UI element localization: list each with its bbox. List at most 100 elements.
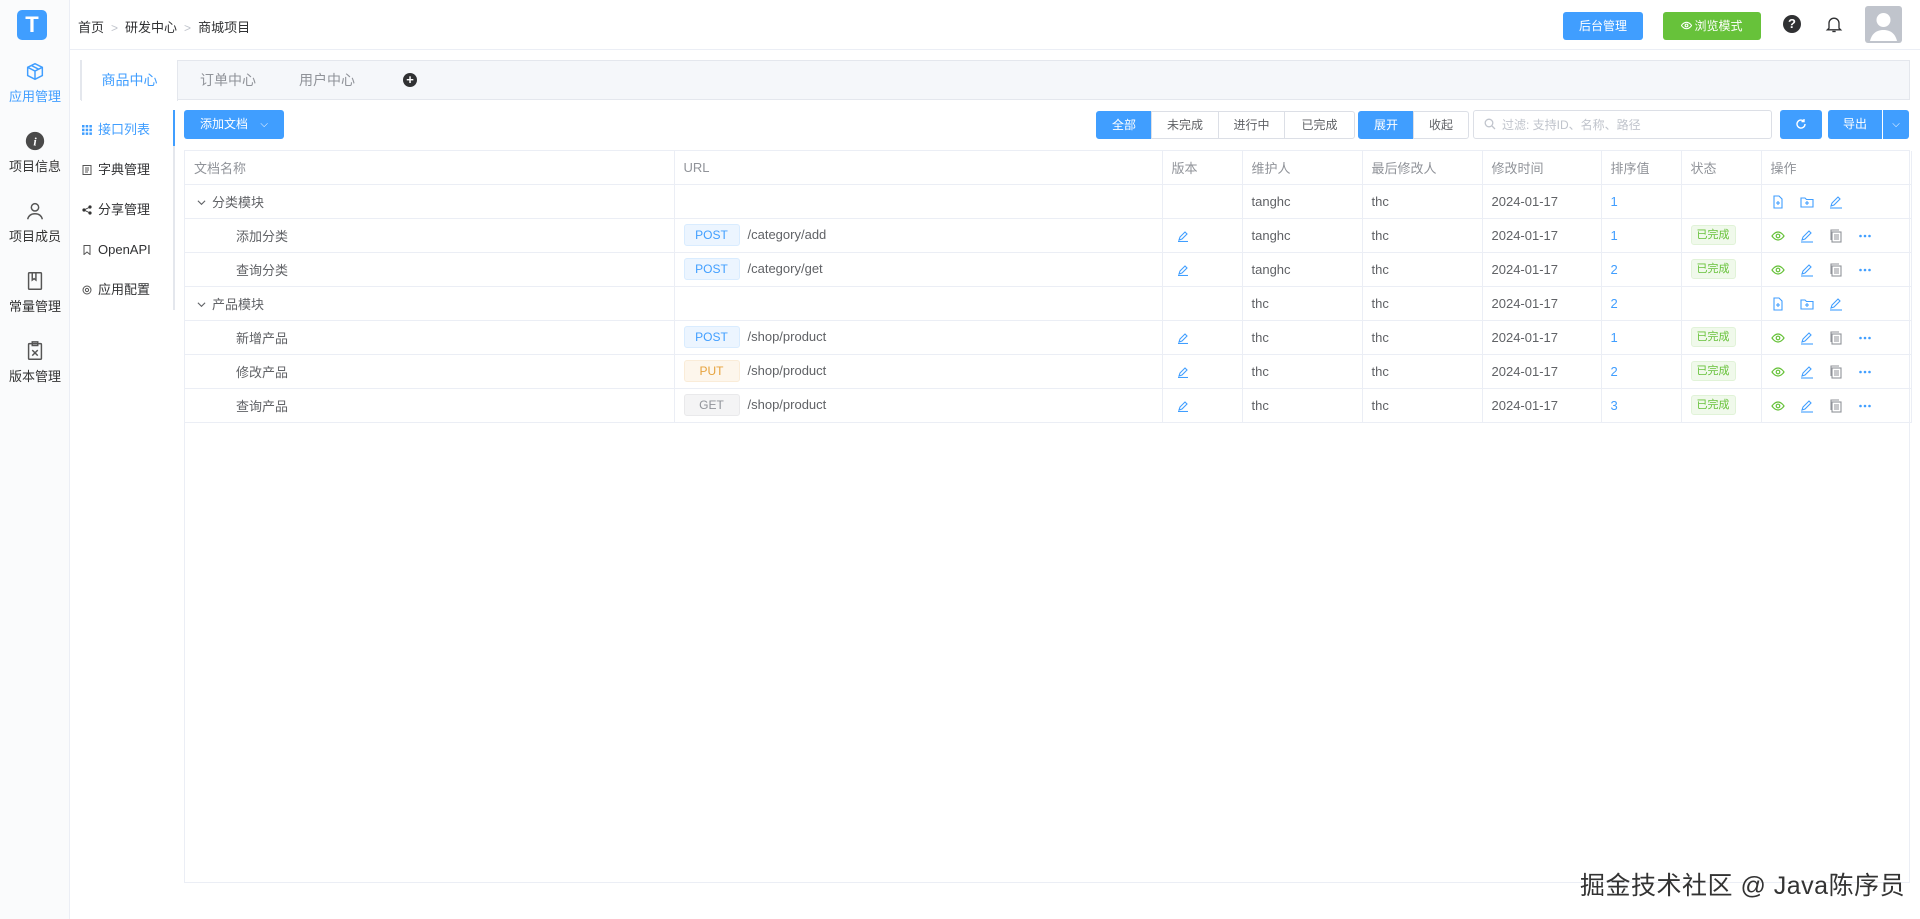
view-eye-icon[interactable] [1770,399,1785,413]
bell-icon[interactable] [1824,14,1844,34]
status-badge: 已完成 [1690,225,1736,245]
new-folder-icon[interactable] [1799,195,1814,209]
edit-icon[interactable] [1177,264,1189,277]
http-method-tag: POST [683,326,740,348]
edit-icon[interactable] [1829,195,1843,209]
doc-name-cell[interactable]: 分类模块 [185,184,675,219]
table-row[interactable]: 查询产品 GET/shop/product thc thc 2024-01-17 3 已完成 [185,388,1912,423]
rail-item-versions[interactable]: 版本管理 [0,340,70,385]
copy-icon[interactable] [1829,263,1843,277]
view-eye-icon[interactable] [1770,365,1785,379]
subnav-item-api-list[interactable]: 接口列表 [80,118,175,142]
breadcrumb-home[interactable]: 首页 [78,20,104,35]
export-button[interactable]: 导出 [1828,110,1882,139]
sort-value[interactable]: 2 [1611,262,1618,277]
collapse-all-button[interactable]: 收起 [1413,111,1469,139]
subnav-item-dictionary[interactable]: 字典管理 [80,158,175,182]
subnav-item-label: 字典管理 [98,162,151,177]
app-logo[interactable]: T [17,10,47,40]
edit-icon[interactable] [1177,366,1189,379]
view-eye-icon[interactable] [1770,263,1785,277]
status-filter-all[interactable]: 全部 [1096,111,1152,139]
table-group-row[interactable]: 分类模块 tanghc thc 2024-01-17 1 [185,184,1912,219]
rail-item-app-management[interactable]: 应用管理 [0,60,70,105]
sort-value[interactable]: 2 [1611,364,1618,379]
export-dropdown-chevron-icon[interactable]: ⌵ [1883,110,1909,139]
box-icon [26,62,44,81]
tab-goods-center[interactable]: 商品中心 [81,60,178,101]
actions-cell [1761,286,1912,321]
view-eye-icon[interactable] [1770,331,1785,345]
view-eye-icon[interactable] [1770,229,1785,243]
edit-icon[interactable] [1177,332,1189,345]
actions-cell [1761,388,1912,423]
edit-icon[interactable] [1800,263,1814,277]
doc-name-cell[interactable]: 修改产品 [185,354,675,389]
browse-mode-button[interactable]: 浏览模式 [1663,12,1761,40]
status-filter-in-progress[interactable]: 进行中 [1218,111,1285,139]
doc-name-cell[interactable]: 查询产品 [185,388,675,423]
new-folder-icon[interactable] [1799,297,1814,311]
doc-name-cell[interactable]: 查询分类 [185,252,675,287]
tab-order-center[interactable]: 订单中心 [178,60,278,101]
sort-value[interactable]: 1 [1611,194,1618,209]
rail-item-label: 版本管理 [8,369,61,384]
admin-button[interactable]: 后台管理 [1563,12,1643,40]
subnav-item-app-config[interactable]: 应用配置 [80,278,175,302]
refresh-button[interactable] [1780,110,1822,139]
copy-icon[interactable] [1829,365,1843,379]
doc-name-cell[interactable]: 添加分类 [185,218,675,253]
new-document-icon[interactable] [1771,195,1785,209]
doc-name-cell[interactable]: 新增产品 [185,320,675,355]
more-icon[interactable] [1858,365,1872,379]
edit-icon[interactable] [1800,365,1814,379]
filter-input[interactable] [1473,110,1772,139]
expand-all-button[interactable]: 展开 [1358,111,1414,139]
new-document-icon[interactable] [1771,297,1785,311]
document-icon [82,165,92,175]
copy-icon[interactable] [1829,331,1843,345]
sort-value[interactable]: 1 [1611,228,1618,243]
table-row[interactable]: 新增产品 POST/shop/product thc thc 2024-01-17 1 已完… [185,320,1912,355]
more-icon[interactable] [1858,399,1872,413]
url-cell: POST/category/get [674,252,1163,287]
search-icon [1484,118,1496,130]
more-icon[interactable] [1858,331,1872,345]
table-group-row[interactable]: 产品模块 thc thc 2024-01-17 2 [185,286,1912,321]
status-filter-done[interactable]: 已完成 [1284,111,1355,139]
table-row[interactable]: 添加分类 POST/category/add tanghc thc 2024-01-17… [185,218,1912,253]
edit-icon[interactable] [1800,399,1814,413]
status-cell: 已完成 [1681,320,1762,355]
copy-icon[interactable] [1829,399,1843,413]
more-icon[interactable] [1858,229,1872,243]
subnav-item-share[interactable]: 分享管理 [80,198,175,222]
sort-value[interactable]: 2 [1611,296,1618,311]
edit-icon[interactable] [1177,230,1189,243]
edit-icon[interactable] [1800,229,1814,243]
user-avatar-icon [1870,13,1897,41]
table-row[interactable]: 修改产品 PUT/shop/product thc thc 2024-01-17 2 已完成 [185,354,1912,389]
doc-name-cell[interactable]: 产品模块 [185,286,675,321]
api-table: 文档名称 URL 版本 维护人 最后修改人 修改时间 排序值 状态 操作 分类模… [184,150,1912,883]
table-row[interactable]: 查询分类 POST/category/get tanghc thc 2024-01-17… [185,252,1912,287]
sort-value[interactable]: 1 [1611,330,1618,345]
add-tab-icon[interactable]: + [403,73,417,87]
more-icon[interactable] [1858,263,1872,277]
chevron-down-icon[interactable] [197,300,206,309]
edit-icon[interactable] [1829,297,1843,311]
status-filter-incomplete[interactable]: 未完成 [1151,111,1219,139]
edit-icon[interactable] [1800,331,1814,345]
subnav-item-openapi[interactable]: OpenAPI [80,238,175,262]
tab-user-center[interactable]: 用户中心 [278,60,376,101]
rail-item-constants[interactable]: 常量管理 [0,270,70,315]
rail-item-project-members[interactable]: 项目成员 [0,200,70,245]
chevron-down-icon[interactable] [197,198,206,207]
breadcrumb-center[interactable]: 研发中心 [125,20,177,35]
sort-value[interactable]: 3 [1611,398,1618,413]
rail-item-project-info[interactable]: i 项目信息 [0,130,70,175]
add-document-button[interactable]: 添加文档 ⌵ [184,110,284,139]
help-icon[interactable]: ? [1783,15,1801,33]
avatar[interactable] [1865,6,1902,43]
edit-icon[interactable] [1177,400,1189,413]
copy-icon[interactable] [1829,229,1843,243]
